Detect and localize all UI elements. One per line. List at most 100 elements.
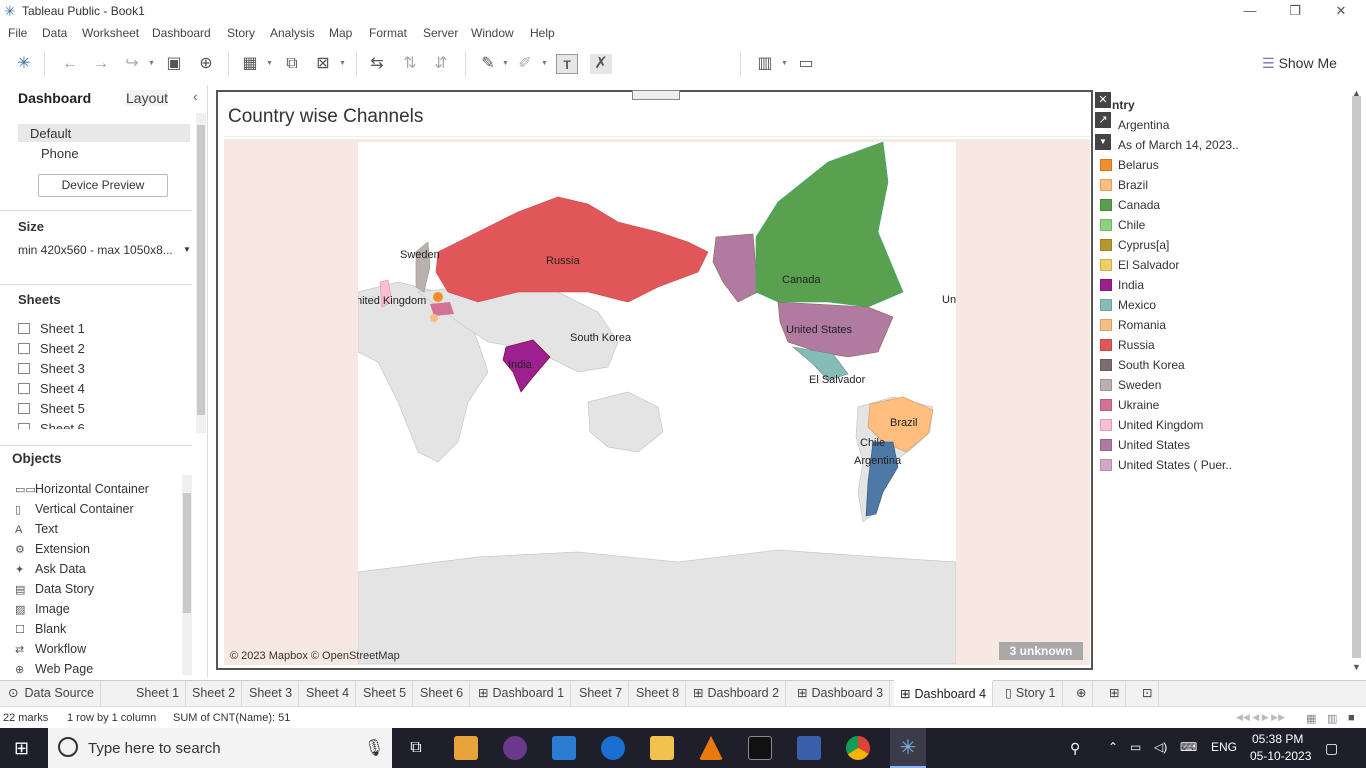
new-worksheet-tab-icon[interactable]: ⊕ [1070,681,1094,707]
tab-dashboard[interactable]: Dashboard [18,90,91,106]
view-sorter-icon[interactable]: ▥ [1327,712,1337,725]
tableau-start-icon[interactable]: ✳ [14,54,34,74]
collapse-panel-icon[interactable]: ‹ [193,88,198,104]
new-worksheet-icon[interactable]: ▦ [240,54,260,74]
new-dashboard-tab-icon[interactable]: ⊞ [1103,681,1127,707]
save-icon[interactable]: ▣ [164,54,184,74]
device-default[interactable]: Default [30,126,71,141]
tableau-taskbar-icon[interactable]: ✳ [896,736,920,760]
legend-item[interactable]: As of March 14, 2023.. [1118,138,1239,152]
legend-item[interactable]: Romania [1100,318,1166,332]
legend-item[interactable]: India [1100,278,1144,292]
sheet-item[interactable]: Sheet 3 [18,361,85,376]
sort-ascending-icon[interactable]: ⇅ [400,54,420,74]
object-extension[interactable]: ⚙ Extension [15,542,90,556]
device-phone[interactable]: Phone [41,146,79,161]
legend-item[interactable]: United Kingdom [1100,418,1203,432]
menu-worksheet[interactable]: Worksheet [82,26,139,40]
close-window-button[interactable]: ✕ [1326,2,1356,20]
store-icon[interactable] [454,736,478,760]
menu-server[interactable]: Server [423,26,458,40]
menu-file[interactable]: File [8,26,27,40]
group-members-icon[interactable]: ✐ [515,54,535,74]
world-map[interactable]: Russia Sweden nited Kingdom South Korea … [358,142,956,664]
size-dropdown[interactable]: min 420x560 - max 1050x8... ▼ [18,243,191,257]
object-vertical-container[interactable]: ▯ Vertical Container [15,502,134,516]
show-mark-labels-icon[interactable]: T [556,54,578,74]
legend-item[interactable]: Cyprus[a] [1100,238,1169,252]
legend-item[interactable]: South Korea [1100,358,1185,372]
undo-icon[interactable]: ← [60,54,80,74]
menu-story[interactable]: Story [227,26,255,40]
menu-analysis[interactable]: Analysis [270,26,315,40]
taskbar-search[interactable]: Type here to search 🎙 [48,728,392,768]
legend-item[interactable]: Russia [1100,338,1155,352]
tab-sheet-4[interactable]: Sheet 4 [300,681,357,707]
sheet-item[interactable]: Sheet 1 [18,321,85,336]
swap-rows-columns-icon[interactable]: ⇆ [367,54,387,74]
task-view-icon[interactable]: ⧉ [404,736,428,760]
language-indicator[interactable]: ENG [1211,740,1237,754]
object-workflow[interactable]: ⇄ Workflow [15,642,86,656]
left-panel-scrollbar[interactable] [196,113,206,433]
show-hidden-icons-icon[interactable]: ⌃ [1108,740,1118,754]
legend-item[interactable]: Canada [1100,198,1160,212]
object-ask-data[interactable]: ✦ Ask Data [15,562,86,576]
microphone-icon[interactable]: 🎙 [364,738,384,758]
mail-icon[interactable] [552,736,576,760]
legend-item[interactable]: Ukraine [1100,398,1159,412]
legend-item[interactable]: Brazil [1100,178,1148,192]
unknown-badge[interactable]: 3 unknown [999,642,1083,660]
legend-item[interactable]: Argentina [1118,118,1169,132]
navigate-tabs-icon[interactable]: ◀◀ ◀ ▶ ▶▶ [1236,712,1285,723]
tab-dashboard-1[interactable]: ⊞ Dashboard 1 [472,681,572,707]
presentation-icon[interactable]: ▥ [755,54,775,74]
sheet-item[interactable]: Sheet 6 [18,421,85,429]
sort-descending-icon[interactable]: ⇵ [431,54,451,74]
tab-sheet-6[interactable]: Sheet 6 [414,681,471,707]
chrome-icon[interactable] [846,736,870,760]
legend-item[interactable]: United States ( Puer.. [1100,458,1232,472]
replay-icon[interactable]: ↪ [122,54,142,74]
dashboard-scrollbar[interactable]: ▲ ▼ [1350,88,1364,676]
new-data-source-icon[interactable]: ⊕ [196,54,216,74]
tab-sheet-3[interactable]: Sheet 3 [243,681,300,707]
notifications-icon[interactable]: ▢ [1325,740,1338,757]
tab-sheet-7[interactable]: Sheet 7 [573,681,630,707]
tab-story-1[interactable]: ▯ Story 1 [999,681,1063,707]
edge-icon[interactable] [601,736,625,760]
tab-sheet-1[interactable]: Sheet 1 [130,681,187,707]
sheet-item[interactable]: Sheet 5 [18,401,85,416]
object-text[interactable]: A Text [15,522,58,536]
fix-axes-icon[interactable]: ✗ [590,54,612,74]
sheet-item[interactable]: Sheet 4 [18,381,85,396]
minimize-button[interactable]: — [1235,2,1265,20]
tab-data-source[interactable]: ⊙ Data Source [2,681,101,707]
legend-item[interactable]: United States [1100,438,1190,452]
tab-sheet-5[interactable]: Sheet 5 [357,681,414,707]
highlight-icon[interactable]: ✎ [478,54,498,74]
menu-format[interactable]: Format [369,26,407,40]
object-horizontal-container[interactable]: ▭▭Horizontal Container [15,482,149,496]
windows-start-icon[interactable]: ⊞ [14,738,29,759]
volume-icon[interactable]: ◁) [1154,740,1167,754]
view-filmstrip-icon[interactable]: ▦ [1306,712,1316,725]
tab-sheet-8[interactable]: Sheet 8 [630,681,687,707]
new-story-tab-icon[interactable]: ⊡ [1136,681,1160,707]
people-icon[interactable]: ⚲ [1070,740,1080,757]
present-mode-icon[interactable]: ▭ [796,54,816,74]
clock-date[interactable]: 05-10-2023 [1250,749,1311,763]
clock-time[interactable]: 05:38 PM [1252,732,1303,746]
menu-help[interactable]: Help [530,26,555,40]
media-player-icon[interactable] [503,736,527,760]
tab-dashboard-3[interactable]: ⊞ Dashboard 3 [791,681,891,707]
sheet-item[interactable]: Sheet 2 [18,341,85,356]
drag-handle[interactable] [632,90,680,100]
object-image[interactable]: ▨ Image [15,602,70,616]
object-web-page[interactable]: ⊕ Web Page [15,662,93,676]
tab-dashboard-4[interactable]: ⊞ Dashboard 4 [894,680,994,708]
tab-layout[interactable]: Layout [126,90,169,106]
tab-dashboard-2[interactable]: ⊞ Dashboard 2 [687,681,787,707]
legend-item[interactable]: Chile [1100,218,1145,232]
battery-icon[interactable]: ▭ [1130,740,1141,754]
